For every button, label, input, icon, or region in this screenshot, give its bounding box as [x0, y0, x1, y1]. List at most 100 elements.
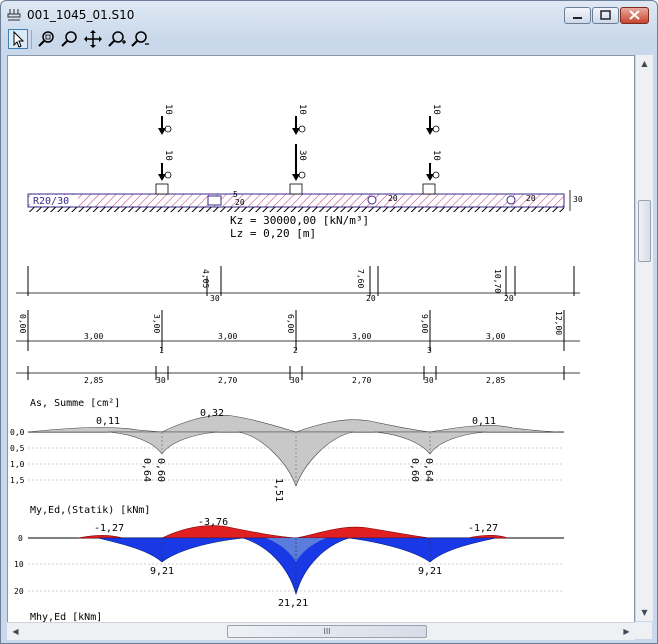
as-bottom-value: 0,64	[141, 458, 152, 482]
axis-position-label: 12,00	[554, 311, 563, 335]
load-group-1: 10 10	[158, 104, 173, 181]
select-tool-button[interactable]	[8, 29, 28, 49]
span-length-label: 3,00	[486, 332, 505, 341]
my-chart-title: My,Ed,(Statik) [kNm]	[30, 505, 150, 516]
cursor-arrow-icon	[13, 30, 25, 48]
load-group-2: 10 30	[292, 104, 307, 181]
scroll-right-icon[interactable]: ▶	[618, 623, 635, 640]
span-length-label: 3,00	[218, 332, 237, 341]
load-upper-label: 10	[297, 104, 307, 115]
drawing-canvas[interactable]: 10 10 10 30 10 10 R20/30 5 20 20 20 30 K…	[7, 55, 635, 623]
my-chart: 0 10 20 -1,27 -3,76 -1,27 9,21 21,21 9,2…	[14, 517, 564, 609]
window-title: 001_1045_01.S10	[27, 8, 135, 22]
load-lower-label: 10	[431, 150, 441, 161]
zoom-out-tool-button[interactable]	[130, 29, 150, 49]
span-width-label: 20	[366, 294, 376, 303]
application-window: 001_1045_01.S10 10 10 10 30 10 10 R20/30…	[0, 0, 658, 644]
as-top-value: 0,32	[200, 408, 224, 419]
drawing-svg: 10 10 10 30 10 10 R20/30 5 20 20 20 30 K…	[10, 104, 583, 622]
support-width-label: 20	[235, 198, 245, 207]
span-width-label: 20	[504, 294, 514, 303]
vertical-scroll-thumb[interactable]	[638, 200, 651, 262]
app-icon	[7, 9, 21, 21]
load-lower-label: 10	[163, 150, 173, 161]
dimension-line-span-ends: 4,05 7,60 10,70 30 20 20	[16, 266, 580, 303]
load-upper-label: 10	[431, 104, 441, 115]
scroll-down-icon[interactable]: ▼	[636, 604, 653, 621]
lz-label: Lz = 0,20 [m]	[230, 227, 316, 240]
axis-number-label: 2	[293, 346, 298, 355]
as-bottom-value: 0,64	[423, 458, 434, 482]
as-top-value: 0,11	[96, 416, 120, 427]
zoom-in-icon	[108, 31, 126, 47]
as-top-value: 0,11	[472, 416, 496, 427]
next-chart-title: Mhy,Ed [kNm]	[30, 612, 102, 622]
support-width-label: 20	[526, 194, 536, 203]
zoom-window-tool-button[interactable]	[37, 29, 57, 49]
dimension-line-axes: 0,00 3,00 6,00 9,00 12,00 3,00 3,00 3,00…	[16, 310, 580, 355]
scrollbar-corner	[635, 622, 652, 639]
my-y-tick: 0	[18, 534, 23, 543]
minimize-button[interactable]	[564, 7, 591, 24]
span-length-label: 3,00	[352, 332, 371, 341]
beam-height-label: 30	[573, 195, 583, 204]
as-y-tick: 1,5	[10, 476, 25, 485]
scroll-grip: III	[323, 627, 331, 636]
my-negative-value: -3,76	[198, 517, 228, 528]
clear-span-label: 2,70	[218, 376, 237, 385]
load-group-3: 10 10	[426, 104, 441, 181]
axis-position-label: 9,00	[420, 314, 429, 333]
as-chart: 0,0 0,5 1,0 1,5 0,11 0,32 0,11 0,64 0,60…	[10, 408, 565, 502]
as-chart-title: As, Summe [cm²]	[30, 398, 120, 409]
close-button[interactable]	[620, 7, 649, 24]
zoom-in-tool-button[interactable]	[107, 29, 127, 49]
span-end-label: 4,05	[201, 269, 210, 288]
as-y-tick: 0,5	[10, 444, 25, 453]
horizontal-scrollbar[interactable]: ◀ III ▶	[7, 622, 635, 640]
maximize-icon	[600, 10, 611, 20]
pan-tool-button[interactable]	[83, 29, 103, 49]
close-icon	[629, 10, 640, 20]
horizontal-scroll-thumb[interactable]: III	[227, 625, 427, 638]
beam: R20/30 5 20 20 20 30	[27, 183, 583, 212]
clear-span-label: 2,70	[352, 376, 371, 385]
maximize-button[interactable]	[592, 7, 619, 24]
my-positive-value: 9,21	[150, 566, 174, 577]
span-length-label: 3,00	[84, 332, 103, 341]
my-positive-value: 21,21	[278, 598, 308, 609]
minimize-icon	[573, 17, 582, 19]
dimension-line-clear-spans: 2,85 2,70 2,70 2,85 30 30 30	[16, 366, 580, 385]
scroll-left-icon[interactable]: ◀	[7, 623, 24, 640]
as-y-tick: 0,0	[10, 428, 25, 437]
load-lower-label: 30	[297, 150, 307, 161]
support-width-label: 30	[290, 376, 300, 385]
clear-span-label: 2,85	[84, 376, 103, 385]
as-y-tick: 1,0	[10, 460, 25, 469]
zoom-tool-button[interactable]	[60, 29, 80, 49]
axis-position-label: 6,00	[286, 314, 295, 333]
vertical-scrollbar[interactable]: ▲ ▼	[635, 55, 653, 621]
span-end-label: 7,60	[356, 269, 365, 288]
zoom-out-icon	[131, 31, 149, 47]
my-negative-area	[77, 525, 509, 539]
my-y-tick: 10	[14, 560, 24, 569]
toolbar-separator	[31, 30, 32, 49]
clear-span-label: 2,85	[486, 376, 505, 385]
my-y-tick: 20	[14, 587, 24, 596]
as-bottom-value: 1,51	[273, 478, 284, 502]
axis-number-label: 1	[159, 346, 164, 355]
my-negative-value: -1,27	[94, 523, 124, 534]
scroll-up-icon[interactable]: ▲	[636, 55, 653, 72]
support-width-label: 30	[424, 376, 434, 385]
axis-position-label: 3,00	[152, 314, 161, 333]
load-upper-label: 10	[163, 104, 173, 115]
axis-position-label: 0,00	[18, 314, 27, 333]
kz-label: Kz = 30000,00 [kN/m³]	[230, 214, 369, 227]
toolbar	[3, 27, 655, 54]
my-positive-value: 9,21	[418, 566, 442, 577]
magnifier-icon	[61, 31, 77, 47]
my-negative-value: -1,27	[468, 523, 498, 534]
as-bottom-value: 0,60	[155, 458, 166, 482]
title-bar[interactable]: 001_1045_01.S10	[1, 1, 657, 29]
span-width-label: 30	[210, 294, 220, 303]
